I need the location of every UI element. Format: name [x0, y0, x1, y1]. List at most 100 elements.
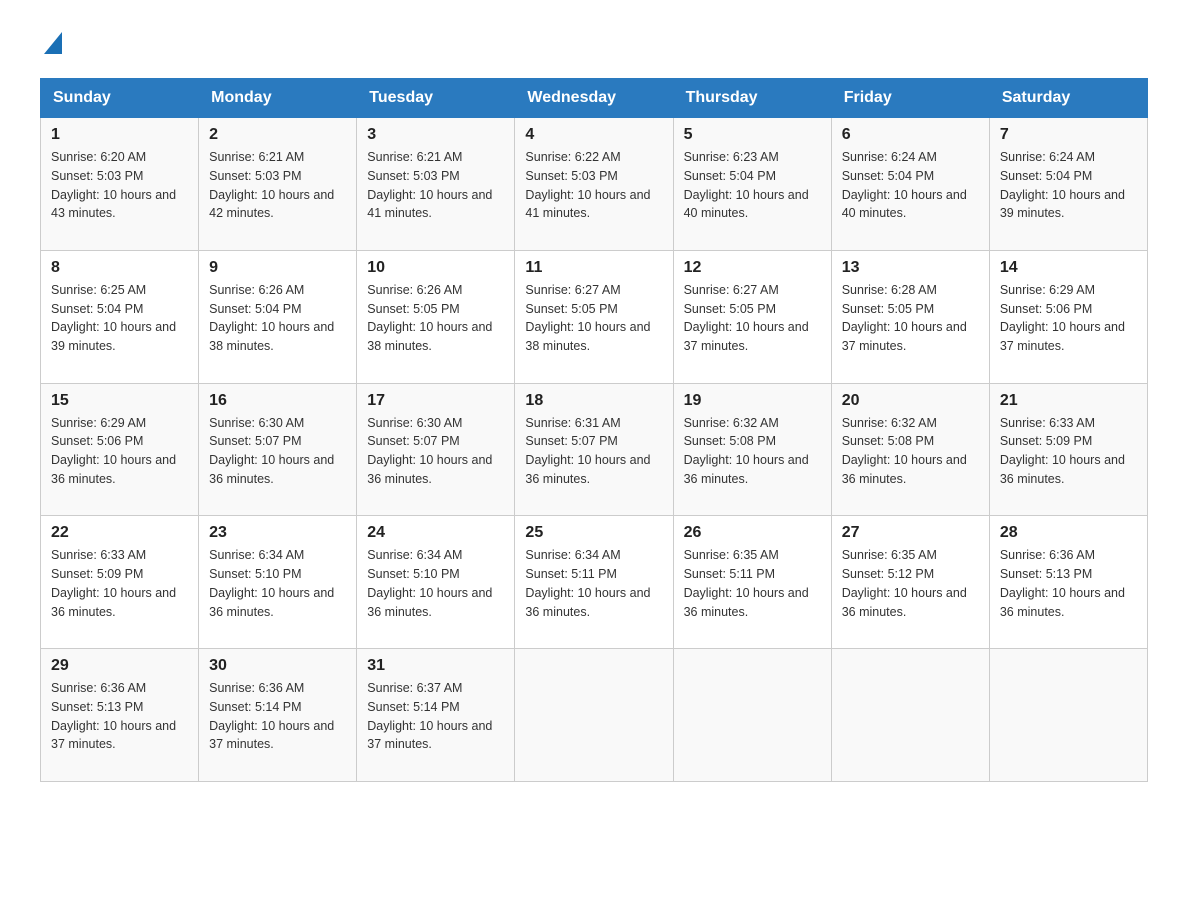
calendar-cell: 24 Sunrise: 6:34 AM Sunset: 5:10 PM Dayl… — [357, 516, 515, 649]
day-info: Sunrise: 6:36 AM Sunset: 5:13 PM Dayligh… — [51, 679, 188, 773]
day-info: Sunrise: 6:34 AM Sunset: 5:11 PM Dayligh… — [525, 546, 662, 640]
calendar-week-row: 29 Sunrise: 6:36 AM Sunset: 5:13 PM Dayl… — [41, 649, 1148, 782]
day-info: Sunrise: 6:36 AM Sunset: 5:13 PM Dayligh… — [1000, 546, 1137, 640]
calendar-cell: 31 Sunrise: 6:37 AM Sunset: 5:14 PM Dayl… — [357, 649, 515, 782]
day-number: 20 — [842, 392, 979, 410]
day-info: Sunrise: 6:24 AM Sunset: 5:04 PM Dayligh… — [1000, 148, 1137, 242]
day-number: 28 — [1000, 524, 1137, 542]
day-number: 11 — [525, 259, 662, 277]
day-info: Sunrise: 6:25 AM Sunset: 5:04 PM Dayligh… — [51, 281, 188, 375]
day-info: Sunrise: 6:33 AM Sunset: 5:09 PM Dayligh… — [51, 546, 188, 640]
logo — [40, 30, 62, 58]
calendar-cell: 18 Sunrise: 6:31 AM Sunset: 5:07 PM Dayl… — [515, 383, 673, 516]
column-header-friday: Friday — [831, 79, 989, 118]
day-number: 2 — [209, 126, 346, 144]
calendar-cell: 29 Sunrise: 6:36 AM Sunset: 5:13 PM Dayl… — [41, 649, 199, 782]
calendar-cell: 3 Sunrise: 6:21 AM Sunset: 5:03 PM Dayli… — [357, 118, 515, 251]
calendar-cell: 9 Sunrise: 6:26 AM Sunset: 5:04 PM Dayli… — [199, 250, 357, 383]
calendar-cell: 17 Sunrise: 6:30 AM Sunset: 5:07 PM Dayl… — [357, 383, 515, 516]
day-info: Sunrise: 6:21 AM Sunset: 5:03 PM Dayligh… — [367, 148, 504, 242]
calendar-cell: 1 Sunrise: 6:20 AM Sunset: 5:03 PM Dayli… — [41, 118, 199, 251]
day-info: Sunrise: 6:35 AM Sunset: 5:11 PM Dayligh… — [684, 546, 821, 640]
logo-triangle-icon — [44, 32, 62, 54]
calendar-cell: 7 Sunrise: 6:24 AM Sunset: 5:04 PM Dayli… — [989, 118, 1147, 251]
calendar-cell: 25 Sunrise: 6:34 AM Sunset: 5:11 PM Dayl… — [515, 516, 673, 649]
day-info: Sunrise: 6:28 AM Sunset: 5:05 PM Dayligh… — [842, 281, 979, 375]
day-number: 17 — [367, 392, 504, 410]
day-number: 29 — [51, 657, 188, 675]
day-info: Sunrise: 6:21 AM Sunset: 5:03 PM Dayligh… — [209, 148, 346, 242]
day-info: Sunrise: 6:34 AM Sunset: 5:10 PM Dayligh… — [367, 546, 504, 640]
day-info: Sunrise: 6:34 AM Sunset: 5:10 PM Dayligh… — [209, 546, 346, 640]
day-number: 19 — [684, 392, 821, 410]
day-number: 25 — [525, 524, 662, 542]
day-number: 7 — [1000, 126, 1137, 144]
calendar-week-row: 22 Sunrise: 6:33 AM Sunset: 5:09 PM Dayl… — [41, 516, 1148, 649]
column-header-saturday: Saturday — [989, 79, 1147, 118]
calendar-cell: 27 Sunrise: 6:35 AM Sunset: 5:12 PM Dayl… — [831, 516, 989, 649]
day-number: 4 — [525, 126, 662, 144]
day-info: Sunrise: 6:30 AM Sunset: 5:07 PM Dayligh… — [367, 414, 504, 508]
calendar-cell: 12 Sunrise: 6:27 AM Sunset: 5:05 PM Dayl… — [673, 250, 831, 383]
day-number: 21 — [1000, 392, 1137, 410]
day-number: 8 — [51, 259, 188, 277]
day-number: 18 — [525, 392, 662, 410]
calendar-cell: 20 Sunrise: 6:32 AM Sunset: 5:08 PM Dayl… — [831, 383, 989, 516]
day-number: 22 — [51, 524, 188, 542]
calendar-cell: 5 Sunrise: 6:23 AM Sunset: 5:04 PM Dayli… — [673, 118, 831, 251]
day-info: Sunrise: 6:26 AM Sunset: 5:04 PM Dayligh… — [209, 281, 346, 375]
day-info: Sunrise: 6:29 AM Sunset: 5:06 PM Dayligh… — [1000, 281, 1137, 375]
day-number: 14 — [1000, 259, 1137, 277]
calendar-week-row: 1 Sunrise: 6:20 AM Sunset: 5:03 PM Dayli… — [41, 118, 1148, 251]
calendar-header-row: SundayMondayTuesdayWednesdayThursdayFrid… — [41, 79, 1148, 118]
calendar-week-row: 15 Sunrise: 6:29 AM Sunset: 5:06 PM Dayl… — [41, 383, 1148, 516]
column-header-tuesday: Tuesday — [357, 79, 515, 118]
day-number: 10 — [367, 259, 504, 277]
day-info: Sunrise: 6:35 AM Sunset: 5:12 PM Dayligh… — [842, 546, 979, 640]
calendar-cell: 14 Sunrise: 6:29 AM Sunset: 5:06 PM Dayl… — [989, 250, 1147, 383]
day-number: 27 — [842, 524, 979, 542]
calendar-cell: 8 Sunrise: 6:25 AM Sunset: 5:04 PM Dayli… — [41, 250, 199, 383]
day-info: Sunrise: 6:20 AM Sunset: 5:03 PM Dayligh… — [51, 148, 188, 242]
day-info: Sunrise: 6:37 AM Sunset: 5:14 PM Dayligh… — [367, 679, 504, 773]
column-header-monday: Monday — [199, 79, 357, 118]
day-number: 30 — [209, 657, 346, 675]
day-info: Sunrise: 6:32 AM Sunset: 5:08 PM Dayligh… — [684, 414, 821, 508]
calendar-cell: 11 Sunrise: 6:27 AM Sunset: 5:05 PM Dayl… — [515, 250, 673, 383]
day-number: 16 — [209, 392, 346, 410]
day-number: 24 — [367, 524, 504, 542]
day-info: Sunrise: 6:33 AM Sunset: 5:09 PM Dayligh… — [1000, 414, 1137, 508]
calendar-cell: 10 Sunrise: 6:26 AM Sunset: 5:05 PM Dayl… — [357, 250, 515, 383]
day-info: Sunrise: 6:29 AM Sunset: 5:06 PM Dayligh… — [51, 414, 188, 508]
day-number: 9 — [209, 259, 346, 277]
calendar-cell: 4 Sunrise: 6:22 AM Sunset: 5:03 PM Dayli… — [515, 118, 673, 251]
day-number: 5 — [684, 126, 821, 144]
day-number: 3 — [367, 126, 504, 144]
day-number: 15 — [51, 392, 188, 410]
day-number: 6 — [842, 126, 979, 144]
calendar-cell: 21 Sunrise: 6:33 AM Sunset: 5:09 PM Dayl… — [989, 383, 1147, 516]
column-header-wednesday: Wednesday — [515, 79, 673, 118]
calendar-cell: 28 Sunrise: 6:36 AM Sunset: 5:13 PM Dayl… — [989, 516, 1147, 649]
day-number: 12 — [684, 259, 821, 277]
calendar-cell: 30 Sunrise: 6:36 AM Sunset: 5:14 PM Dayl… — [199, 649, 357, 782]
day-number: 31 — [367, 657, 504, 675]
day-number: 13 — [842, 259, 979, 277]
calendar-cell: 26 Sunrise: 6:35 AM Sunset: 5:11 PM Dayl… — [673, 516, 831, 649]
day-info: Sunrise: 6:24 AM Sunset: 5:04 PM Dayligh… — [842, 148, 979, 242]
day-number: 26 — [684, 524, 821, 542]
day-number: 23 — [209, 524, 346, 542]
calendar-cell — [515, 649, 673, 782]
calendar-cell: 13 Sunrise: 6:28 AM Sunset: 5:05 PM Dayl… — [831, 250, 989, 383]
column-header-sunday: Sunday — [41, 79, 199, 118]
calendar-cell — [831, 649, 989, 782]
calendar-cell: 6 Sunrise: 6:24 AM Sunset: 5:04 PM Dayli… — [831, 118, 989, 251]
day-info: Sunrise: 6:27 AM Sunset: 5:05 PM Dayligh… — [684, 281, 821, 375]
day-info: Sunrise: 6:36 AM Sunset: 5:14 PM Dayligh… — [209, 679, 346, 773]
day-number: 1 — [51, 126, 188, 144]
calendar-cell: 16 Sunrise: 6:30 AM Sunset: 5:07 PM Dayl… — [199, 383, 357, 516]
day-info: Sunrise: 6:27 AM Sunset: 5:05 PM Dayligh… — [525, 281, 662, 375]
day-info: Sunrise: 6:26 AM Sunset: 5:05 PM Dayligh… — [367, 281, 504, 375]
calendar-cell: 15 Sunrise: 6:29 AM Sunset: 5:06 PM Dayl… — [41, 383, 199, 516]
calendar-cell: 23 Sunrise: 6:34 AM Sunset: 5:10 PM Dayl… — [199, 516, 357, 649]
